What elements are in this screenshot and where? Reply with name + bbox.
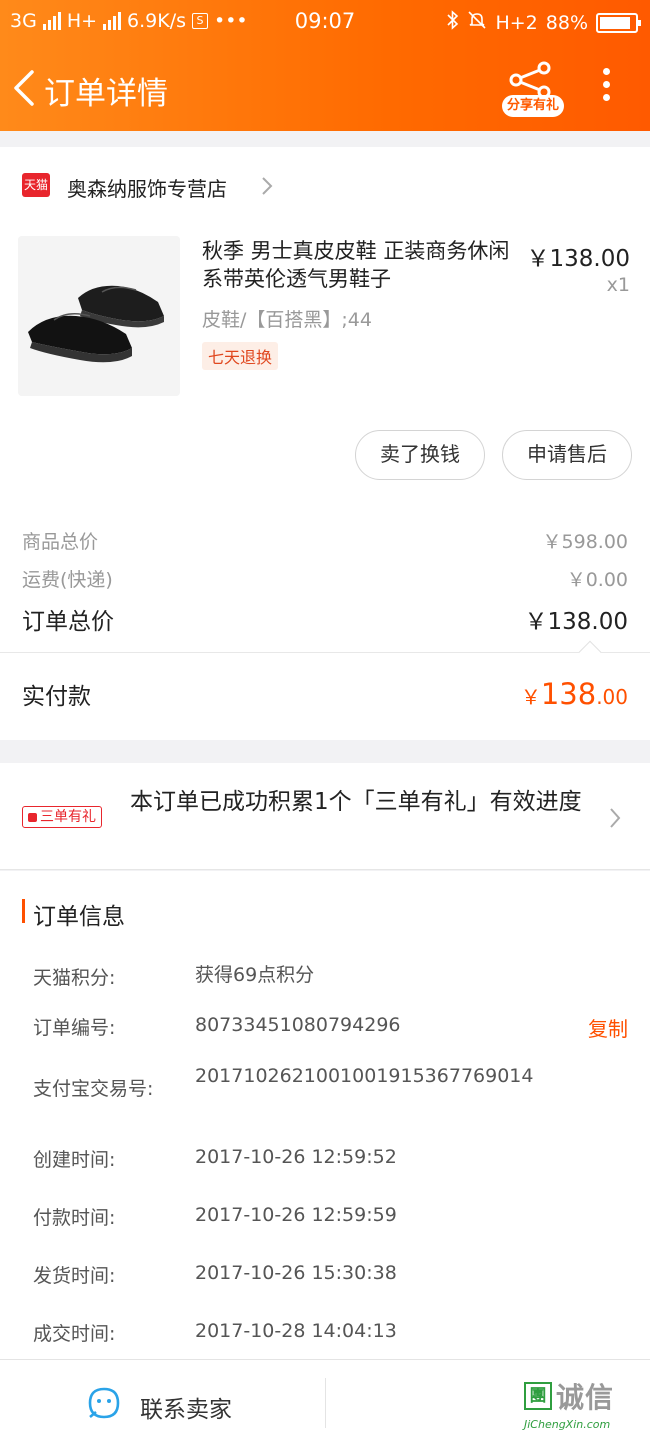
info-value: 2017-10-26 12:59:52 (195, 1146, 397, 1168)
info-label: 支付宝交易号: (33, 1078, 154, 1100)
tmall-logo: 天猫 (22, 173, 50, 197)
paid-decimal: .00 (596, 685, 628, 709)
product-price: ￥138.00 (526, 246, 630, 272)
mute-bell-icon (467, 10, 487, 35)
info-value: 2017-10-26 15:30:38 (195, 1262, 397, 1284)
sell-for-cash-button[interactable]: 卖了换钱 (355, 430, 485, 480)
status-bar: 3G H+ 6.9K/s S ••• 09:07 H+2 88% (0, 0, 650, 44)
paid-currency: ￥ (520, 685, 541, 709)
info-value: 2017-10-28 14:04:13 (195, 1320, 397, 1342)
divider-notch (578, 640, 602, 664)
shipping-value: ￥0.00 (566, 569, 628, 591)
copy-order-number-button[interactable]: 复制 (588, 1013, 628, 1042)
battery-icon (596, 12, 641, 33)
back-arrow-icon[interactable] (10, 68, 40, 108)
shipping-label: 运费(快递) (22, 569, 113, 591)
promo-tag-label: 三单有礼 (40, 808, 96, 825)
battery-percent: 88% (545, 11, 588, 34)
info-value: 2017102621001001915367769014 (195, 1065, 534, 1087)
paid-label: 实付款 (22, 684, 91, 710)
order-total-row: 订单总价 ￥138.00 (22, 602, 628, 636)
app-header: 3G H+ 6.9K/s S ••• 09:07 H+2 88% 订单详情 分享… (0, 0, 650, 131)
three-orders-gift-tag: 三单有礼 (22, 806, 102, 828)
seven-day-return-badge: 七天退换 (202, 342, 279, 370)
info-label: 订单编号: (33, 1017, 116, 1039)
watermark-text: 诚信 (556, 1381, 615, 1414)
product-quantity: x1 (606, 274, 630, 296)
status-right: H+2 88% (447, 10, 641, 35)
info-label: 创建时间: (33, 1149, 116, 1171)
order-item-card: 天猫 奥森纳服饰专营店 秋季 男士真皮皮鞋 正装商务休闲系带英伦透气男鞋子 ￥1… (0, 147, 650, 740)
info-label: 天猫积分: (33, 967, 116, 989)
info-value: 获得69点积分 (195, 964, 315, 986)
subtotal-value: ￥598.00 (542, 531, 628, 553)
paid-row: 实付款 ￥138.00 (22, 677, 628, 711)
gift-bag-icon (28, 812, 37, 822)
bluetooth-icon (447, 10, 459, 35)
watermark-logo: 團 诚信 JiChengXin.com (524, 1376, 642, 1436)
three-orders-gift-banner[interactable]: 三单有礼 本订单已成功积累1个「三单有礼」有效进度 (0, 763, 650, 870)
bar-separator (325, 1378, 326, 1428)
product-thumbnail[interactable] (18, 236, 180, 396)
bottom-action-bar: 联系卖家 團 诚信 JiChengXin.com (0, 1359, 650, 1453)
paid-integer: 138 (540, 677, 597, 711)
info-value: 80733451080794296 (195, 1014, 401, 1036)
shop-name[interactable]: 奥森纳服饰专营店 (67, 173, 227, 202)
contact-seller-icon[interactable] (87, 1386, 121, 1420)
order-total-label: 订单总价 (22, 609, 114, 635)
order-total-value: ￥138.00 (524, 609, 628, 635)
info-value: 2017-10-26 12:59:59 (195, 1204, 397, 1226)
shipping-row: 运费(快递) ￥0.00 (22, 565, 628, 592)
subtotal-row: 商品总价 ￥598.00 (22, 527, 628, 554)
contact-seller-button[interactable]: 联系卖家 (140, 1390, 232, 1424)
chevron-right-icon[interactable] (260, 175, 274, 197)
promo-text: 本订单已成功积累1个「三单有礼」有效进度 (130, 789, 582, 815)
order-info-section: 订单信息 天猫积分: 获得69点积分 订单编号: 807334510807942… (0, 871, 650, 1359)
more-menu-icon[interactable] (596, 68, 616, 106)
info-label: 发货时间: (33, 1265, 116, 1287)
after-sale-button[interactable]: 申请售后 (502, 430, 632, 480)
divider (0, 652, 650, 653)
chevron-right-icon[interactable] (608, 806, 622, 830)
page-title: 订单详情 (44, 76, 168, 112)
watermark-box: 團 (524, 1382, 552, 1410)
product-sku: 皮鞋/【百搭黑】;44 (202, 309, 372, 331)
paid-amount: ￥138.00 (521, 677, 628, 711)
info-label: 成交时间: (33, 1323, 116, 1345)
watermark-url: JiChengXin.com (524, 1418, 611, 1431)
section-accent-bar (22, 899, 25, 923)
order-info-title: 订单信息 (33, 904, 125, 930)
network-type-hplus2: H+2 (495, 11, 538, 34)
product-title[interactable]: 秋季 男士真皮皮鞋 正装商务休闲系带英伦透气男鞋子 (202, 237, 512, 293)
subtotal-label: 商品总价 (22, 531, 99, 553)
info-label: 付款时间: (33, 1207, 116, 1229)
share-gift-badge[interactable]: 分享有礼 (502, 95, 564, 117)
